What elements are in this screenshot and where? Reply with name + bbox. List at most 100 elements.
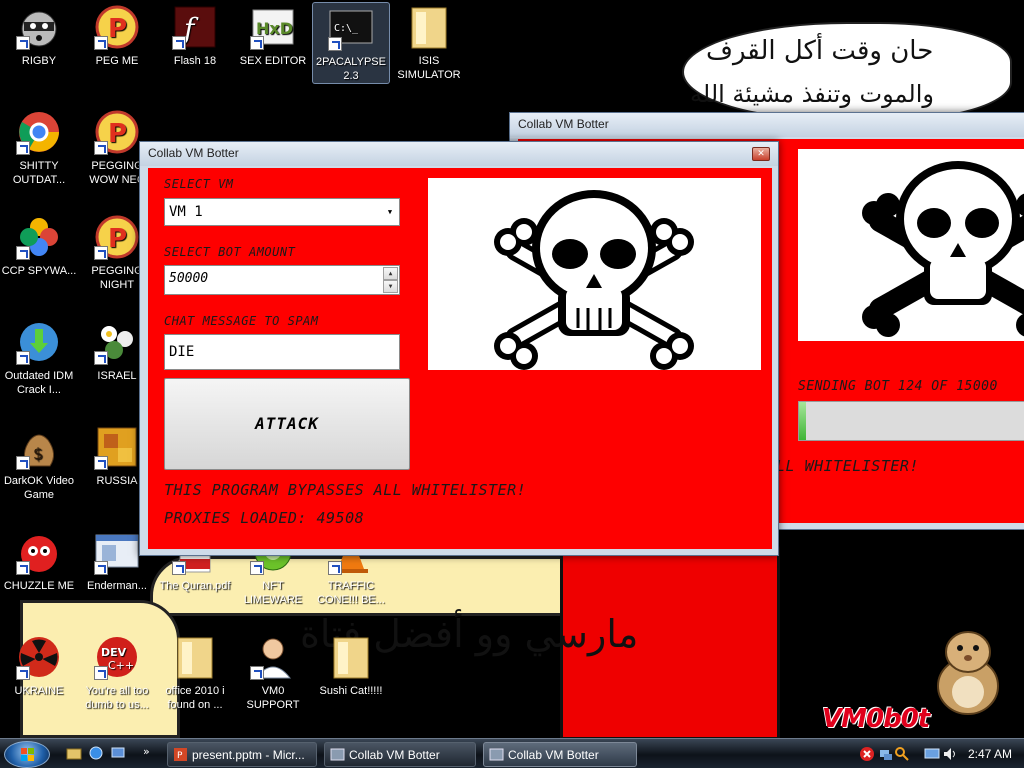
desktop-icon-label: Flash 18 (173, 55, 217, 67)
bypass-text: THIS PROGRAM BYPASSES ALL WHITELISTER! (164, 481, 527, 499)
desktop-icon-label: Enderman... (87, 580, 147, 592)
desktop-icon-label: CCP SPYWA... (1, 265, 77, 277)
p-logo-icon: P (94, 109, 140, 155)
window-icon (94, 529, 140, 575)
volume-icon[interactable] (942, 746, 958, 762)
svg-text:C:\_: C:\_ (334, 23, 359, 34)
select-vm-value: VM 1 (169, 204, 203, 220)
svg-text:P: P (108, 14, 127, 44)
clock[interactable]: 2:47 AM (968, 747, 1012, 761)
devcpp-icon: DEV C++ (94, 634, 140, 680)
powerpoint-icon: P (174, 748, 187, 761)
shortcut-arrow-icon (172, 561, 186, 575)
taskbar-button-botter-2[interactable]: Collab VM Botter (483, 742, 637, 767)
search-icon[interactable] (894, 746, 910, 762)
shortcut-arrow-icon (16, 351, 30, 365)
shortcut-arrow-icon (250, 666, 264, 680)
front-window-titlebar[interactable]: Collab VM Botter ✕ (140, 142, 778, 166)
shortcut-arrow-icon (328, 561, 342, 575)
chat-message-input[interactable]: DIE (164, 334, 400, 370)
chuzzle-icon (16, 529, 62, 575)
desktop-icon[interactable]: P PEG ME (78, 2, 156, 68)
taskbar-button-botter-1[interactable]: Collab VM Botter (324, 742, 476, 767)
close-icon: ✕ (757, 149, 765, 159)
spin-down-icon[interactable]: ▼ (383, 280, 398, 293)
shortcut-arrow-icon (94, 36, 108, 50)
shortcut-arrow-icon (16, 561, 30, 575)
close-button[interactable]: ✕ (752, 147, 770, 161)
shortcut-arrow-icon (16, 456, 30, 470)
radiation-icon (16, 634, 62, 680)
taskbar-button-label: Collab VM Botter (349, 748, 440, 762)
front-window-title: Collab VM Botter (148, 146, 239, 160)
desktop-icon[interactable]: office 2010 i found on ... (156, 632, 234, 712)
shortcut-arrow-icon (328, 37, 342, 51)
taskbar-button-label: Collab VM Botter (508, 748, 599, 762)
shortcut-arrow-icon (16, 666, 30, 680)
chevron-down-icon[interactable]: ▼ (382, 200, 398, 224)
wallpaper-arabic-line1: حان وقت أكل القرف (706, 36, 934, 66)
folder-icon (406, 4, 452, 50)
shortcut-arrow-icon (94, 141, 108, 155)
start-button[interactable] (4, 741, 50, 768)
shortcut-arrow-icon (172, 36, 186, 50)
desktop-icon[interactable]: UKRAINE (0, 632, 78, 698)
svg-text:DEV: DEV (101, 646, 127, 659)
back-status-text: SENDING BOT 124 OF 15000 (798, 379, 998, 394)
desktop-icon[interactable]: CHUZZLE ME (0, 527, 78, 593)
spin-up-icon[interactable]: ▲ (383, 267, 398, 280)
quick-launch-more-icon[interactable]: » (143, 745, 150, 758)
shortcut-arrow-icon (94, 246, 108, 260)
game-icon (94, 424, 140, 470)
taskbar-button-present[interactable]: P present.pptm - Micr... (167, 742, 317, 767)
desktop-icon-label: ISIS SIMULATOR (397, 55, 461, 81)
idm-icon (16, 319, 62, 365)
shortcut-arrow-icon (94, 666, 108, 680)
desktop-icon[interactable]: ISIS SIMULATOR (390, 2, 468, 82)
desktop-icon-label: RIGBY (21, 55, 57, 67)
bot-amount-value: 50000 (169, 271, 209, 286)
back-window-titlebar[interactable]: Collab VM Botter (510, 113, 1024, 137)
desktop-icon[interactable]: C:\_ 2PACALYPSE 2.3 (312, 2, 390, 84)
desktop-icon[interactable]: f Flash 18 (156, 2, 234, 68)
front-window-client: SELECT VM VM 1 ▼ SELECT BOT AMOUNT 50000… (148, 168, 772, 549)
attack-button[interactable]: ATTACK (164, 378, 410, 470)
quick-launch-folder-icon[interactable] (66, 745, 82, 761)
hxd-icon: HxD (250, 4, 296, 50)
desktop-icon-label: VM0 SUPPORT (246, 685, 300, 711)
back-progress-bar (798, 401, 1024, 441)
desktop-icon[interactable]: CCP SPYWA... (0, 212, 78, 278)
hamster-image (937, 631, 999, 715)
desktop-icon[interactable]: Sushi Cat!!!!! (312, 632, 390, 698)
desktop-icon[interactable]: RIGBY (0, 2, 78, 68)
security-alert-icon[interactable] (859, 746, 875, 762)
app-icon (489, 748, 504, 761)
shortcut-arrow-icon (94, 456, 108, 470)
desktop-icon-label: UKRAINE (14, 685, 64, 697)
front-window[interactable]: Collab VM Botter ✕ SELECT VM VM 1 ▼ SELE… (139, 141, 779, 556)
chat-message-label: CHAT MESSAGE TO SPAM (164, 314, 319, 328)
skull-icon (862, 161, 1024, 337)
bot-amount-stepper[interactable]: 50000 ▲ ▼ (164, 265, 400, 295)
quick-launch-desktop-icon[interactable] (110, 745, 126, 761)
select-vm-dropdown[interactable]: VM 1 ▼ (164, 198, 400, 226)
vm0b0t-logo: VM0b0t (822, 704, 930, 734)
money-bag-icon: $ (16, 424, 62, 470)
chrome-icon (16, 109, 62, 155)
desktop-icon[interactable]: HxD SEX EDITOR (234, 2, 312, 68)
desktop-icon[interactable]: SHITTY OUTDAT... (0, 107, 78, 187)
desktop-icon-label: The Quran.pdf (159, 580, 231, 592)
terminal-icon: C:\_ (328, 5, 374, 51)
desktop-icon[interactable]: $ DarkOK Video Game (0, 422, 78, 502)
desktop-icon[interactable]: DEV C++ You're all too dumb to us... (78, 632, 156, 712)
display-icon[interactable] (924, 746, 940, 762)
chat-message-value: DIE (169, 344, 195, 360)
skull-crossbones-icon (494, 190, 694, 370)
flowers-icon (94, 319, 140, 365)
quick-launch-ie-icon[interactable] (88, 745, 104, 761)
desktop-icon[interactable]: Outdated IDM Crack I... (0, 317, 78, 397)
network-icon[interactable] (878, 746, 894, 762)
desktop-icon[interactable]: VM0 SUPPORT (234, 632, 312, 712)
p-logo-icon: P (94, 4, 140, 50)
shortcut-arrow-icon (250, 36, 264, 50)
